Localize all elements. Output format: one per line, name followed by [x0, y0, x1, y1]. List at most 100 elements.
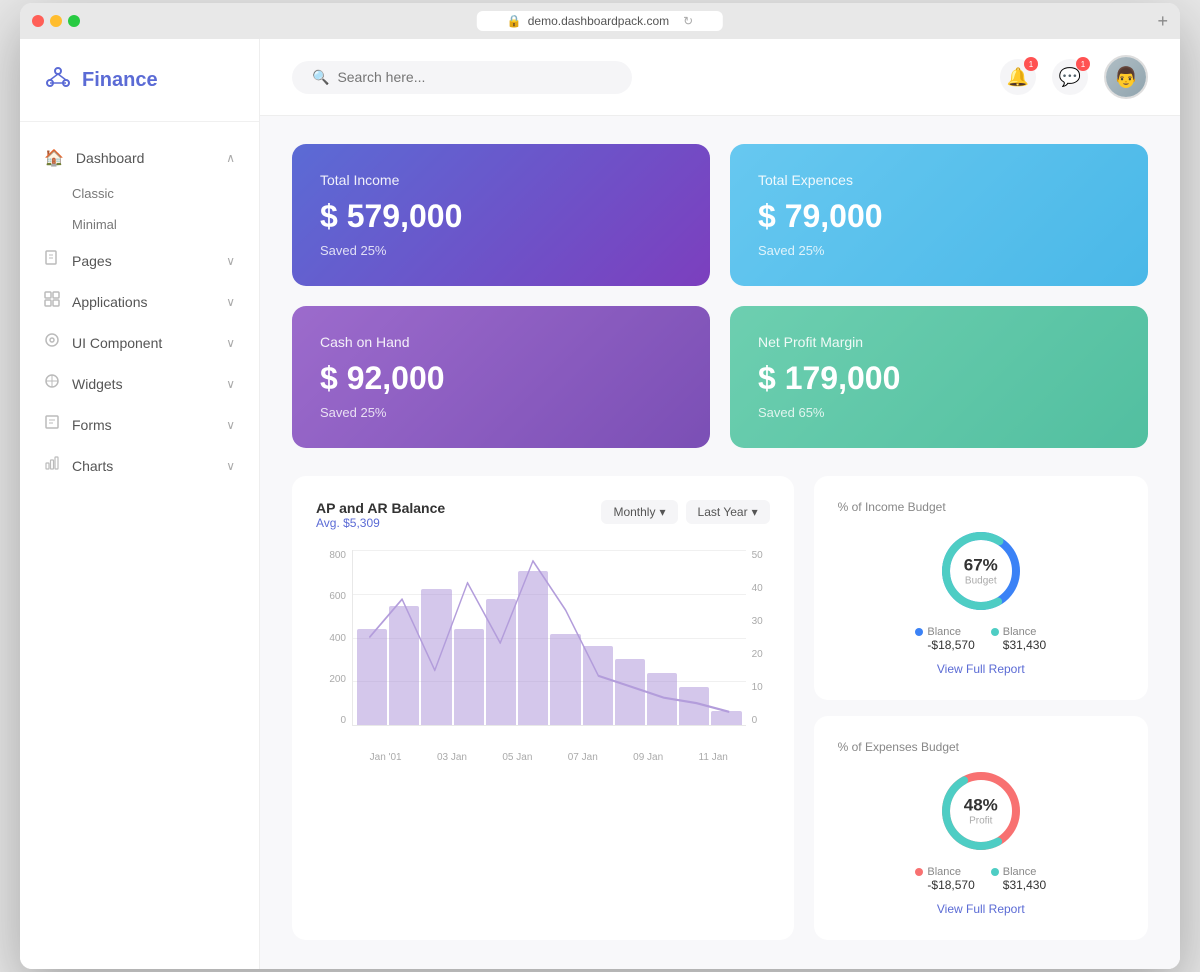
- income-percent: 67%: [964, 556, 998, 576]
- browser-buttons: [32, 15, 80, 27]
- y2-label-0: 0: [752, 715, 758, 726]
- chevron-down-icon-widgets: ∨: [226, 377, 235, 391]
- chat-icon: 💬: [1059, 67, 1081, 88]
- net-profit-label: Net Profit Margin: [758, 334, 1120, 350]
- legend-dot-teal-2: [991, 868, 999, 876]
- expenses-budget-sub: Profit: [964, 816, 998, 827]
- y2-label-50: 50: [752, 550, 763, 561]
- expenses-donut-label: 48% Profit: [964, 796, 998, 827]
- dashboard-content: Total Income $ 579,000 Saved 25% Total E…: [260, 116, 1180, 968]
- x-label-09jan: 09 Jan: [633, 752, 663, 763]
- y-label-0: 0: [340, 715, 346, 726]
- header: 🔍 🔔 1 💬 1 👨: [260, 39, 1180, 116]
- notification-button[interactable]: 🔔 1: [1000, 59, 1036, 95]
- sidebar-item-forms[interactable]: Forms ∨: [20, 404, 259, 445]
- home-icon: 🏠: [44, 148, 64, 168]
- sidebar-label-dashboard: Dashboard: [76, 150, 226, 166]
- add-tab-button[interactable]: +: [1157, 11, 1168, 32]
- sidebar-item-widgets[interactable]: Widgets ∨: [20, 363, 259, 404]
- legend-dot-teal: [991, 628, 999, 636]
- sidebar-label-applications: Applications: [72, 294, 226, 310]
- income-legend-label-1: Blance: [927, 626, 961, 638]
- monthly-label: Monthly: [613, 505, 655, 519]
- sidebar-item-minimal[interactable]: Minimal: [20, 209, 259, 240]
- app-body: Finance 🏠 Dashboard ∧ Classic Minimal: [20, 39, 1180, 969]
- net-profit-value: $ 179,000: [758, 360, 1120, 397]
- donut-charts-column: % of Income Budget 67% Budget: [814, 476, 1148, 940]
- search-bar[interactable]: 🔍: [292, 61, 632, 94]
- expenses-legend: Blance -$18,570 Blance: [915, 866, 1046, 892]
- header-actions: 🔔 1 💬 1 👨: [1000, 55, 1148, 99]
- y-label-200: 200: [329, 674, 346, 685]
- dropdown-icon2: ▾: [752, 505, 758, 519]
- income-donut-container: 67% Budget Blance: [838, 526, 1124, 676]
- income-budget-sub: Budget: [964, 576, 998, 587]
- chevron-down-icon-ui: ∨: [226, 336, 235, 350]
- income-legend: Blance -$18,570 Blance: [915, 626, 1046, 652]
- charts-section: AP and AR Balance Avg. $5,309 Monthly ▾ …: [292, 476, 1148, 940]
- total-expenses-value: $ 79,000: [758, 198, 1120, 235]
- sidebar-item-classic[interactable]: Classic: [20, 178, 259, 209]
- browser-url-bar[interactable]: 🔒 demo.dashboardpack.com ↻: [477, 11, 723, 31]
- chevron-up-icon: ∧: [226, 151, 235, 165]
- message-button[interactable]: 💬 1: [1052, 59, 1088, 95]
- sidebar-label-forms: Forms: [72, 417, 226, 433]
- browser-titlebar: 🔒 demo.dashboardpack.com ↻ +: [20, 3, 1180, 39]
- avatar-image: 👨: [1106, 57, 1146, 97]
- income-budget-card: % of Income Budget 67% Budget: [814, 476, 1148, 700]
- legend-dot-red: [915, 868, 923, 876]
- income-legend-value-1: -$18,570: [915, 638, 974, 652]
- chart-filters: Monthly ▾ Last Year ▾: [601, 500, 769, 524]
- income-view-report[interactable]: View Full Report: [937, 662, 1025, 676]
- bar-chart-title: AP and AR Balance: [316, 500, 445, 516]
- expenses-view-report[interactable]: View Full Report: [937, 902, 1025, 916]
- sidebar-logo: Finance: [20, 39, 259, 122]
- income-legend-item-1: Blance -$18,570: [915, 626, 974, 652]
- user-avatar[interactable]: 👨: [1104, 55, 1148, 99]
- expenses-legend-item-2: Blance $31,430: [991, 866, 1046, 892]
- sidebar-item-pages[interactable]: Pages ∨: [20, 240, 259, 281]
- total-expenses-label: Total Expences: [758, 172, 1120, 188]
- chevron-down-icon: ∨: [226, 254, 235, 268]
- total-expenses-card: Total Expences $ 79,000 Saved 25%: [730, 144, 1148, 286]
- sidebar-label-charts: Charts: [72, 458, 226, 474]
- net-profit-sub: Saved 65%: [758, 405, 1120, 420]
- total-income-value: $ 579,000: [320, 198, 682, 235]
- logo-text: Finance: [82, 69, 158, 92]
- income-budget-title: % of Income Budget: [838, 500, 1124, 514]
- dropdown-icon: ▾: [659, 505, 665, 519]
- main-content: 🔍 🔔 1 💬 1 👨: [260, 39, 1180, 969]
- sidebar: Finance 🏠 Dashboard ∧ Classic Minimal: [20, 39, 260, 969]
- applications-icon: [44, 291, 60, 312]
- year-label: Last Year: [698, 505, 748, 519]
- expenses-legend-value-1: -$18,570: [915, 878, 974, 892]
- expenses-donut-container: 48% Profit Blance: [838, 766, 1124, 916]
- total-income-label: Total Income: [320, 172, 682, 188]
- y2-label-40: 40: [752, 583, 763, 594]
- sidebar-label-widgets: Widgets: [72, 376, 226, 392]
- sidebar-item-applications[interactable]: Applications ∨: [20, 281, 259, 322]
- sidebar-item-ui-component[interactable]: UI Component ∨: [20, 322, 259, 363]
- sidebar-item-dashboard[interactable]: 🏠 Dashboard ∧: [20, 138, 259, 178]
- expenses-budget-card: % of Expenses Budget 48% Prof: [814, 716, 1148, 940]
- expenses-legend-label-2: Blance: [1003, 866, 1037, 878]
- ui-component-icon: [44, 332, 60, 353]
- monthly-filter[interactable]: Monthly ▾: [601, 500, 677, 524]
- search-input[interactable]: [337, 69, 612, 85]
- chevron-down-icon-forms: ∨: [226, 418, 235, 432]
- x-label-11jan: 11 Jan: [699, 752, 728, 763]
- browser-window: 🔒 demo.dashboardpack.com ↻ +: [20, 3, 1180, 969]
- income-legend-item-2: Blance $31,430: [991, 626, 1046, 652]
- close-button[interactable]: [32, 15, 44, 27]
- y-label-800: 800: [329, 550, 346, 561]
- year-filter[interactable]: Last Year ▾: [686, 500, 770, 524]
- message-badge: 1: [1076, 57, 1090, 71]
- x-label-jan01: Jan '01: [370, 752, 402, 763]
- minimize-button[interactable]: [50, 15, 62, 27]
- stat-cards-grid: Total Income $ 579,000 Saved 25% Total E…: [292, 144, 1148, 448]
- charts-icon: [44, 455, 60, 476]
- sidebar-item-charts[interactable]: Charts ∨: [20, 445, 259, 486]
- net-profit-card: Net Profit Margin $ 179,000 Saved 65%: [730, 306, 1148, 448]
- y2-label-10: 10: [752, 682, 763, 693]
- maximize-button[interactable]: [68, 15, 80, 27]
